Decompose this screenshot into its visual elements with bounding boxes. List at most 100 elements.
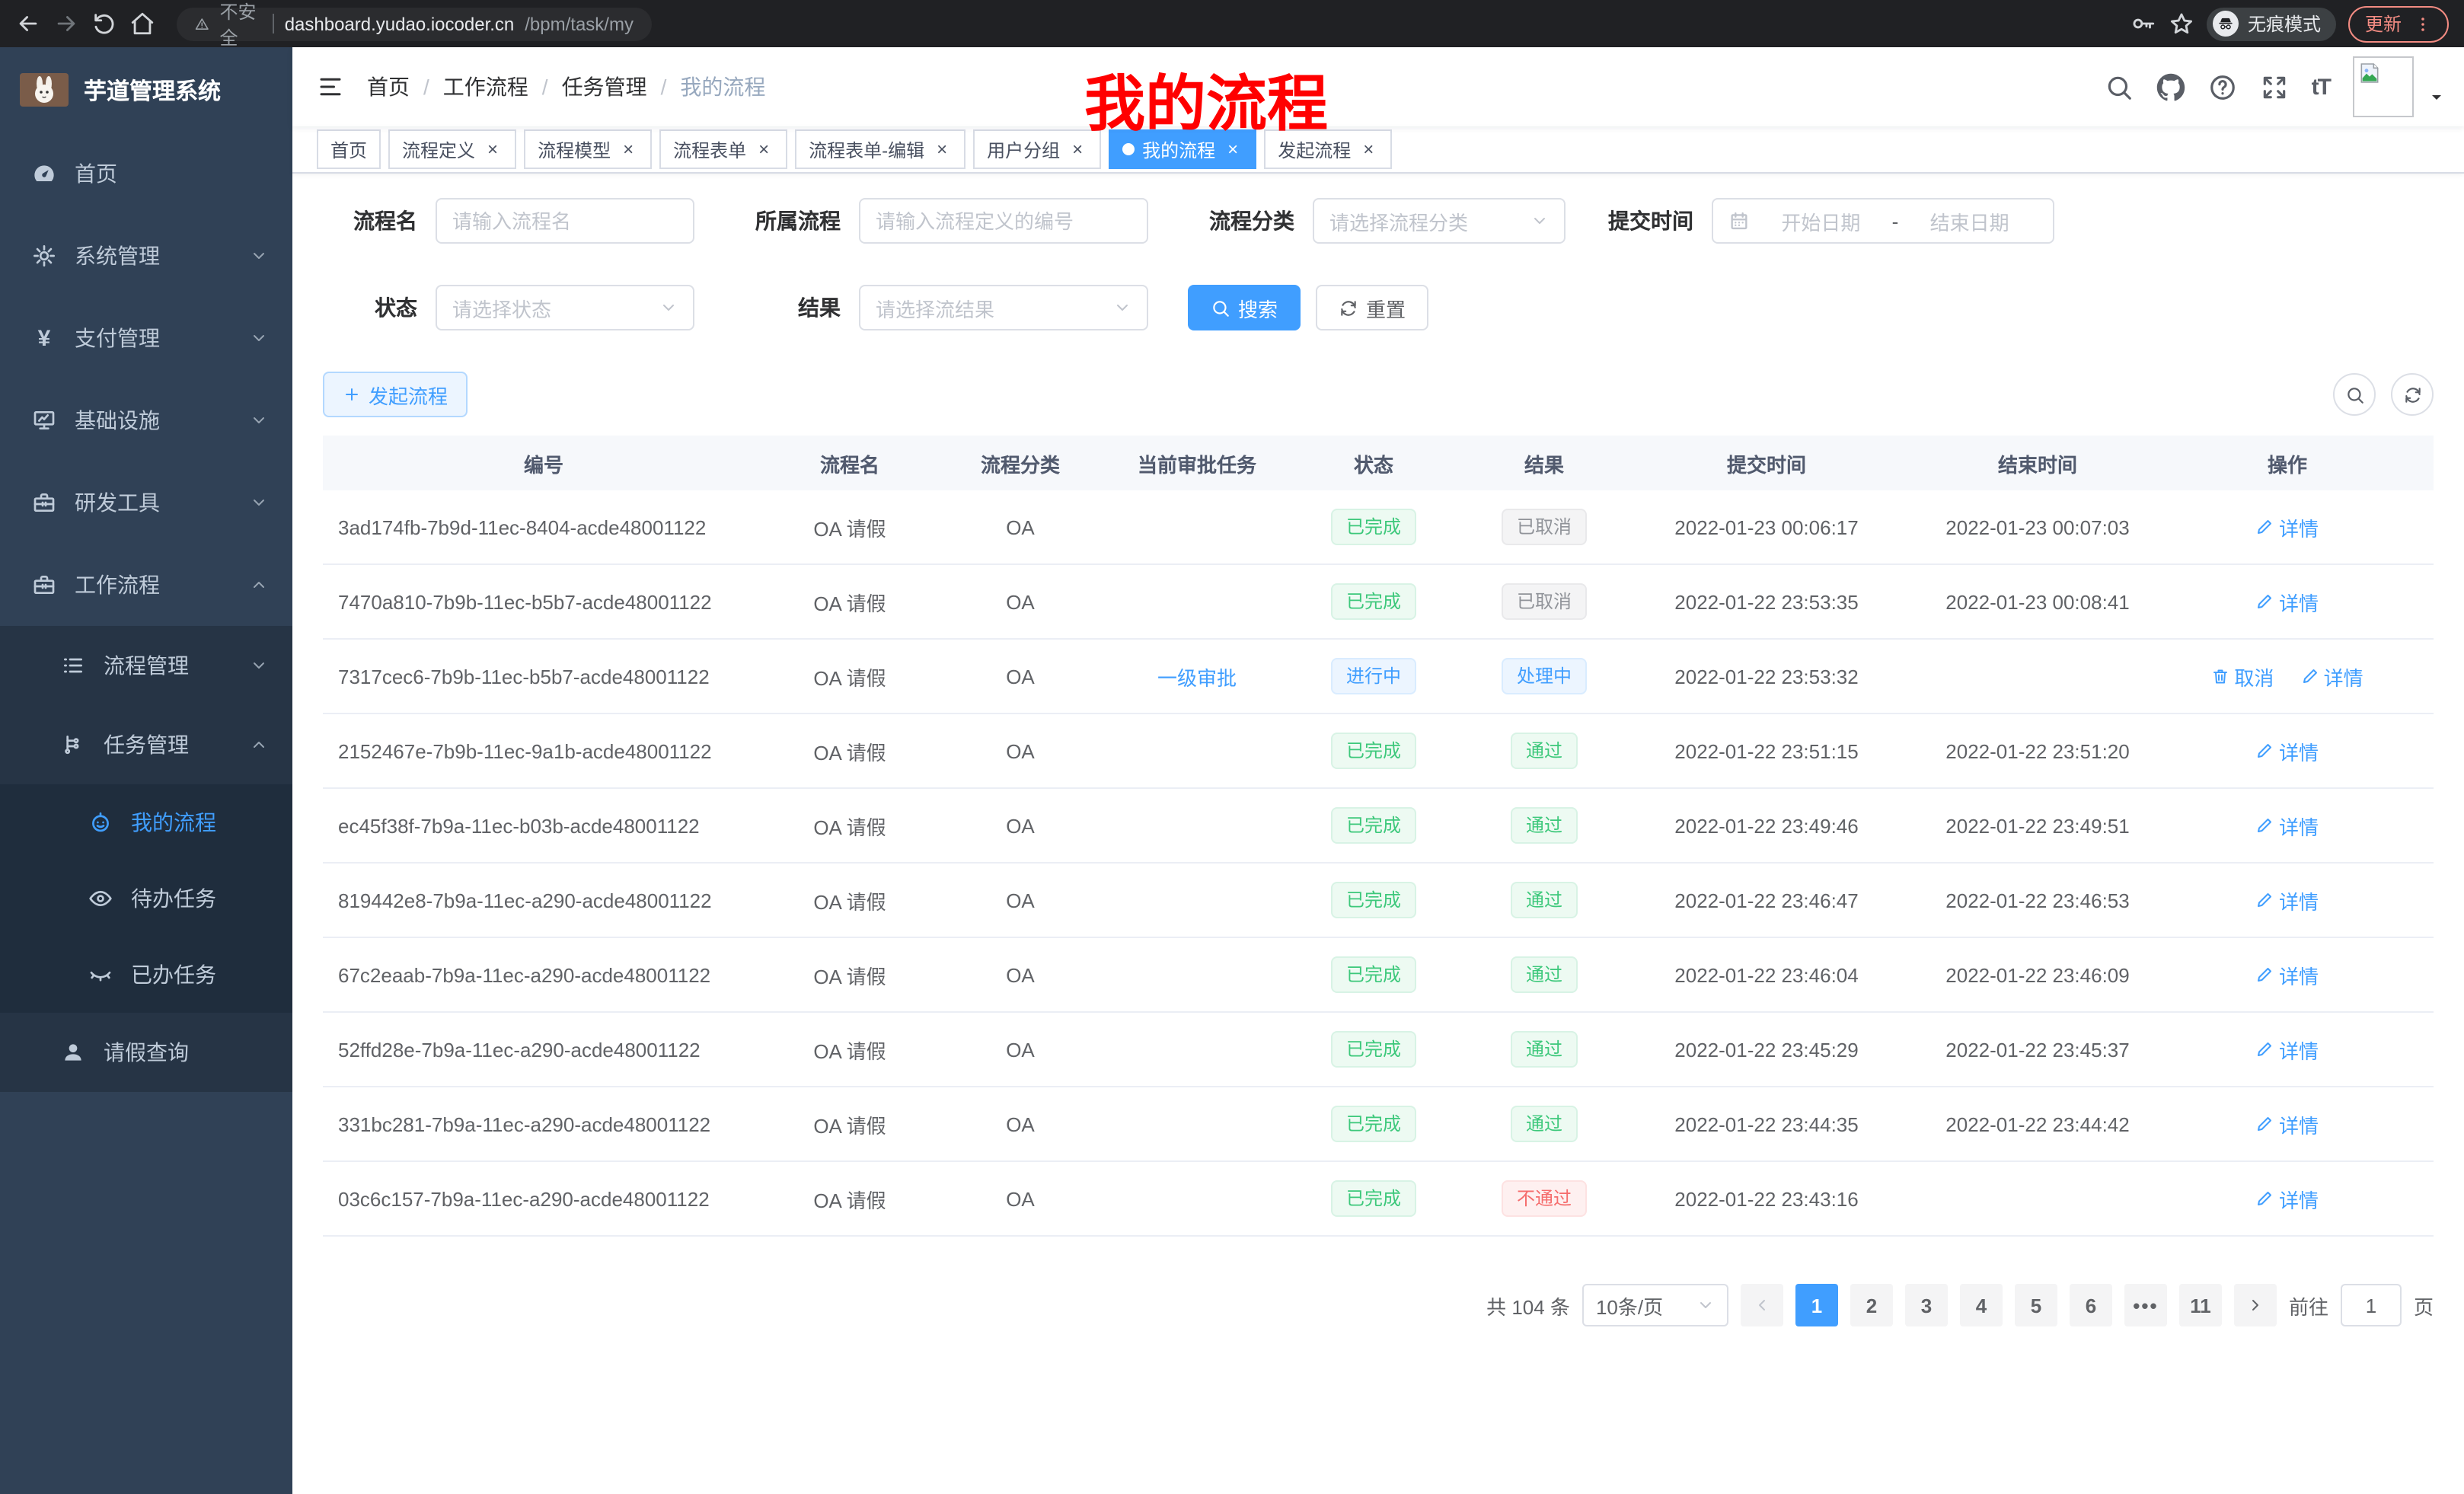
forward-icon[interactable] <box>53 11 79 37</box>
chevron-down-icon <box>250 411 268 429</box>
page-4[interactable]: 4 <box>1960 1284 2003 1326</box>
sidebar-item-my-process[interactable]: 我的流程 <box>0 784 292 860</box>
sidebar-item-todo-tasks[interactable]: 待办任务 <box>0 860 292 937</box>
key-icon[interactable] <box>2130 11 2156 37</box>
process-name-input[interactable] <box>436 198 694 244</box>
submit-time-range-picker[interactable]: 开始日期 - 结束日期 <box>1712 198 2054 244</box>
detail-action[interactable]: 详情 <box>2256 512 2319 541</box>
sidebar-item-infra[interactable]: 基础设施 <box>0 379 292 461</box>
start-process-button[interactable]: 发起流程 <box>323 372 468 417</box>
page-6[interactable]: 6 <box>2070 1284 2112 1326</box>
show-search-button[interactable] <box>2333 373 2376 416</box>
breadcrumb-item[interactable]: 我的流程 <box>680 72 765 102</box>
tab-user-group[interactable]: 用户分组 × <box>973 129 1101 169</box>
detail-action[interactable]: 详情 <box>2256 736 2319 765</box>
fullscreen-icon[interactable] <box>2260 72 2289 101</box>
refresh-table-button[interactable] <box>2391 373 2434 416</box>
submit-time: 2022-01-23 00:06:17 <box>1629 516 1904 538</box>
app-logo[interactable]: 芋道管理系统 <box>0 47 292 132</box>
page-size-select[interactable]: 10条/页 <box>1582 1284 1728 1326</box>
prev-page-button[interactable] <box>1741 1284 1783 1326</box>
reload-icon[interactable] <box>91 11 117 37</box>
date-end-placeholder[interactable]: 结束日期 <box>1901 206 2038 235</box>
sidebar-item-task-mgmt[interactable]: 任务管理 <box>0 705 292 784</box>
tab-close-icon[interactable]: × <box>618 139 638 160</box>
pages-ellipsis[interactable]: ••• <box>2124 1284 2167 1326</box>
process-definition-input[interactable] <box>859 198 1148 244</box>
page-1[interactable]: 1 <box>1795 1284 1838 1326</box>
status-select[interactable]: 请选择状态 <box>436 285 694 330</box>
detail-action[interactable]: 详情 <box>2256 886 2319 915</box>
page-2[interactable]: 2 <box>1850 1284 1893 1326</box>
browser-toolbar: 不安全 dashboard.yudao.iocoder.cn/bpm/task/… <box>0 0 2464 47</box>
breadcrumb-item[interactable]: 首页 <box>367 72 410 102</box>
address-bar[interactable]: 不安全 dashboard.yudao.iocoder.cn/bpm/task/… <box>177 7 652 40</box>
jump-page-input[interactable] <box>2341 1284 2402 1326</box>
end-time: 2022-01-22 23:49:51 <box>1904 814 2172 837</box>
category-select[interactable]: 请选择流程分类 <box>1313 198 1566 244</box>
process-name: OA 请假 <box>764 1035 935 1064</box>
question-icon[interactable] <box>2208 72 2237 101</box>
search-button[interactable]: 搜索 <box>1188 285 1301 330</box>
search-icon[interactable] <box>2105 72 2134 101</box>
update-button[interactable]: 更新 <box>2348 5 2449 42</box>
process-category: OA <box>935 1113 1106 1135</box>
process-name: OA 请假 <box>764 811 935 840</box>
search-icon <box>1211 298 1230 318</box>
detail-action[interactable]: 详情 <box>2256 811 2319 840</box>
tab-close-icon[interactable]: × <box>754 139 774 160</box>
cancel-action[interactable]: 取消 <box>2211 662 2274 691</box>
current-task-link[interactable]: 一级审批 <box>1157 666 1237 689</box>
back-icon[interactable] <box>15 11 41 37</box>
table-row: 67c2eaab-7b9a-11ec-a290-acde48001122 OA … <box>323 938 2434 1013</box>
sidebar-item-system[interactable]: 系统管理 <box>0 215 292 297</box>
edit-icon <box>2256 1115 2274 1133</box>
detail-action[interactable]: 详情 <box>2256 587 2319 616</box>
breadcrumb-item[interactable]: 任务管理 <box>562 72 647 102</box>
sidebar-item-workflow[interactable]: 工作流程 <box>0 544 292 626</box>
star-icon[interactable] <box>2169 11 2194 37</box>
page-11[interactable]: 11 <box>2179 1284 2222 1326</box>
tab-home[interactable]: 首页 <box>317 129 381 169</box>
status-label: 状态 <box>323 292 417 323</box>
sidebar-item-process-mgmt[interactable]: 流程管理 <box>0 626 292 705</box>
page-5[interactable]: 5 <box>2015 1284 2057 1326</box>
github-icon[interactable] <box>2156 72 2185 101</box>
process-name-label: 流程名 <box>323 206 417 236</box>
calendar-icon <box>1728 210 1750 231</box>
sidebar-item-label: 我的流程 <box>131 807 292 838</box>
home-icon[interactable] <box>129 11 155 37</box>
date-start-placeholder[interactable]: 开始日期 <box>1753 206 1889 235</box>
caret-down-icon[interactable] <box>2427 88 2446 107</box>
more-vert-icon[interactable] <box>2414 14 2432 33</box>
process-name: OA 请假 <box>764 886 935 915</box>
sidebar-item-home[interactable]: 首页 <box>0 132 292 215</box>
tab-close-icon[interactable]: × <box>932 139 952 160</box>
tab-process-form-edit[interactable]: 流程表单-编辑 × <box>795 129 965 169</box>
sidebar-item-devtools[interactable]: 研发工具 <box>0 461 292 544</box>
hamburger-icon[interactable] <box>317 73 344 101</box>
page-3[interactable]: 3 <box>1905 1284 1948 1326</box>
dashboard-icon <box>32 161 56 186</box>
font-size-icon[interactable]: tT <box>2312 74 2330 100</box>
avatar[interactable] <box>2353 56 2414 117</box>
detail-action[interactable]: 详情 <box>2301 662 2363 691</box>
detail-action[interactable]: 详情 <box>2256 1035 2319 1064</box>
result-select[interactable]: 请选择流结果 <box>859 285 1148 330</box>
tab-process-model[interactable]: 流程模型 × <box>524 129 652 169</box>
sidebar-item-leave-query[interactable]: 请假查询 <box>0 1013 292 1092</box>
tab-close-icon[interactable]: × <box>1358 139 1378 160</box>
next-page-button[interactable] <box>2234 1284 2277 1326</box>
detail-action[interactable]: 详情 <box>2256 960 2319 989</box>
tab-process-definition[interactable]: 流程定义 × <box>388 129 516 169</box>
tab-close-icon[interactable]: × <box>483 139 503 160</box>
process-category: OA <box>935 1038 1106 1061</box>
reset-button[interactable]: 重置 <box>1316 285 1428 330</box>
breadcrumb-item[interactable]: 工作流程 <box>443 72 528 102</box>
process-category: OA <box>935 814 1106 837</box>
detail-action[interactable]: 详情 <box>2256 1184 2319 1213</box>
sidebar-item-done-tasks[interactable]: 已办任务 <box>0 937 292 1013</box>
sidebar-item-payment[interactable]: ¥ 支付管理 <box>0 297 292 379</box>
tab-process-form[interactable]: 流程表单 × <box>659 129 787 169</box>
detail-action[interactable]: 详情 <box>2256 1109 2319 1138</box>
